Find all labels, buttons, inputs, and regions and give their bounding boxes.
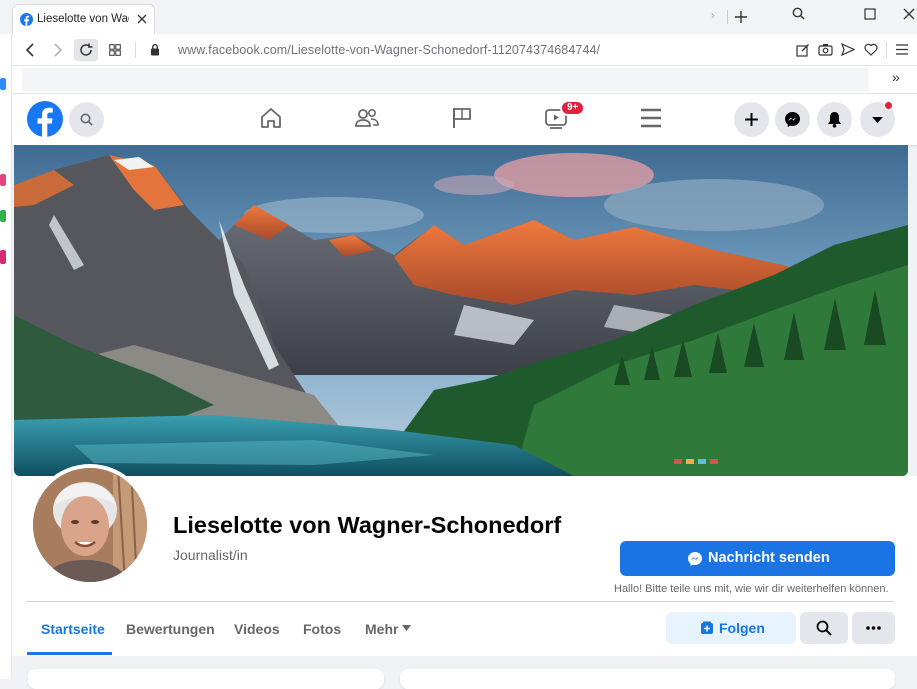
message-hint-text: Hallo! Bitte teile uns mit, wie wir dir … <box>614 583 889 595</box>
fb-search-button[interactable] <box>69 102 104 137</box>
tab-more[interactable]: Mehr <box>365 621 411 639</box>
intro-card <box>28 669 384 689</box>
account-menu-button[interactable] <box>860 101 895 137</box>
extensions-sidebar <box>0 34 12 679</box>
edit-page-icon[interactable] <box>796 43 810 57</box>
create-button[interactable] <box>734 102 769 137</box>
favorite-heart-icon[interactable] <box>864 43 878 56</box>
menu-hamburger-icon[interactable] <box>640 108 662 128</box>
send-message-label: Nachricht senden <box>708 550 830 566</box>
pages-flag-icon[interactable] <box>451 106 473 130</box>
mountain-lake-landscape-image <box>14 145 908 476</box>
lock-icon[interactable] <box>150 43 160 56</box>
search-icon <box>816 620 832 636</box>
bell-icon <box>828 112 841 128</box>
profile-category: Journalist/in <box>173 547 248 563</box>
close-tab-icon[interactable] <box>137 14 147 24</box>
more-bookmarks-icon[interactable]: » <box>892 69 900 85</box>
tab-reviews[interactable]: Bewertungen <box>126 621 215 637</box>
search-tabs-icon[interactable] <box>792 7 805 20</box>
tab-separator <box>727 10 728 24</box>
tab-more-label: Mehr <box>365 621 399 637</box>
posts-card <box>400 669 895 689</box>
reload-icon <box>80 43 93 56</box>
friends-icon[interactable] <box>354 106 380 130</box>
ext-icon-4[interactable] <box>0 250 6 264</box>
forward-icon[interactable] <box>52 43 64 57</box>
chevron-down-icon <box>402 625 411 631</box>
messenger-button[interactable] <box>775 102 810 137</box>
messenger-icon <box>785 112 800 127</box>
ext-icon-1[interactable] <box>0 78 6 90</box>
url-input[interactable]: www.facebook.com/Lieselotte-von-Wagner-S… <box>178 43 600 57</box>
profile-portrait-image <box>33 468 147 582</box>
address-separator <box>135 42 136 58</box>
ext-icon-3[interactable] <box>0 210 6 222</box>
tab-scroll-indicator[interactable]: › <box>711 10 715 22</box>
reload-button[interactable] <box>74 39 98 61</box>
tab-grid-icon[interactable] <box>109 44 121 56</box>
cover-photo[interactable] <box>14 145 908 476</box>
watch-notification-badge: 9+ <box>560 100 586 116</box>
screenshot-camera-icon[interactable] <box>818 43 833 56</box>
browser-tab-title: Lieselotte von Wagner <box>37 13 129 25</box>
new-tab-icon[interactable] <box>735 11 747 23</box>
profile-avatar[interactable] <box>29 464 151 586</box>
follow-label: Folgen <box>719 620 765 636</box>
maximize-window-icon[interactable] <box>864 8 876 20</box>
facebook-top-nav: 9+ <box>12 94 917 145</box>
account-notification-dot <box>884 101 893 110</box>
more-options-button[interactable] <box>852 612 895 644</box>
close-window-icon[interactable] <box>903 8 915 20</box>
send-page-icon[interactable] <box>841 43 855 56</box>
back-icon[interactable] <box>24 43 36 57</box>
tab-videos[interactable]: Videos <box>234 621 280 637</box>
bookmarks-bar: » <box>12 66 917 94</box>
ext-icon-2[interactable] <box>0 174 6 186</box>
bookmarks-placeholder <box>22 68 869 92</box>
notifications-button[interactable] <box>817 102 852 137</box>
browser-tab-bar: Lieselotte von Wagner › <box>0 0 917 34</box>
follow-button[interactable]: Folgen <box>666 612 796 644</box>
facebook-logo-icon[interactable] <box>27 101 63 137</box>
search-icon <box>80 113 93 126</box>
profile-name: Lieselotte von Wagner-Schonedorf <box>173 512 562 538</box>
plus-icon <box>745 113 758 126</box>
caret-down-icon <box>872 117 883 123</box>
browser-menu-icon[interactable] <box>896 44 908 55</box>
browser-tab[interactable]: Lieselotte von Wagner <box>12 4 155 34</box>
browser-address-bar: www.facebook.com/Lieselotte-von-Wagner-S… <box>12 34 917 66</box>
page-search-button[interactable] <box>800 612 848 644</box>
send-message-button[interactable]: Nachricht senden <box>620 541 895 576</box>
follow-page-icon <box>701 621 713 634</box>
more-dots-icon <box>866 626 881 630</box>
header-divider <box>26 601 894 602</box>
tab-photos[interactable]: Fotos <box>303 621 341 637</box>
home-icon[interactable] <box>259 106 283 130</box>
active-tab-indicator <box>27 652 112 655</box>
address-separator-2 <box>886 42 887 58</box>
messenger-icon <box>688 552 702 566</box>
tab-home[interactable]: Startseite <box>41 621 105 637</box>
facebook-favicon-icon <box>20 13 33 26</box>
